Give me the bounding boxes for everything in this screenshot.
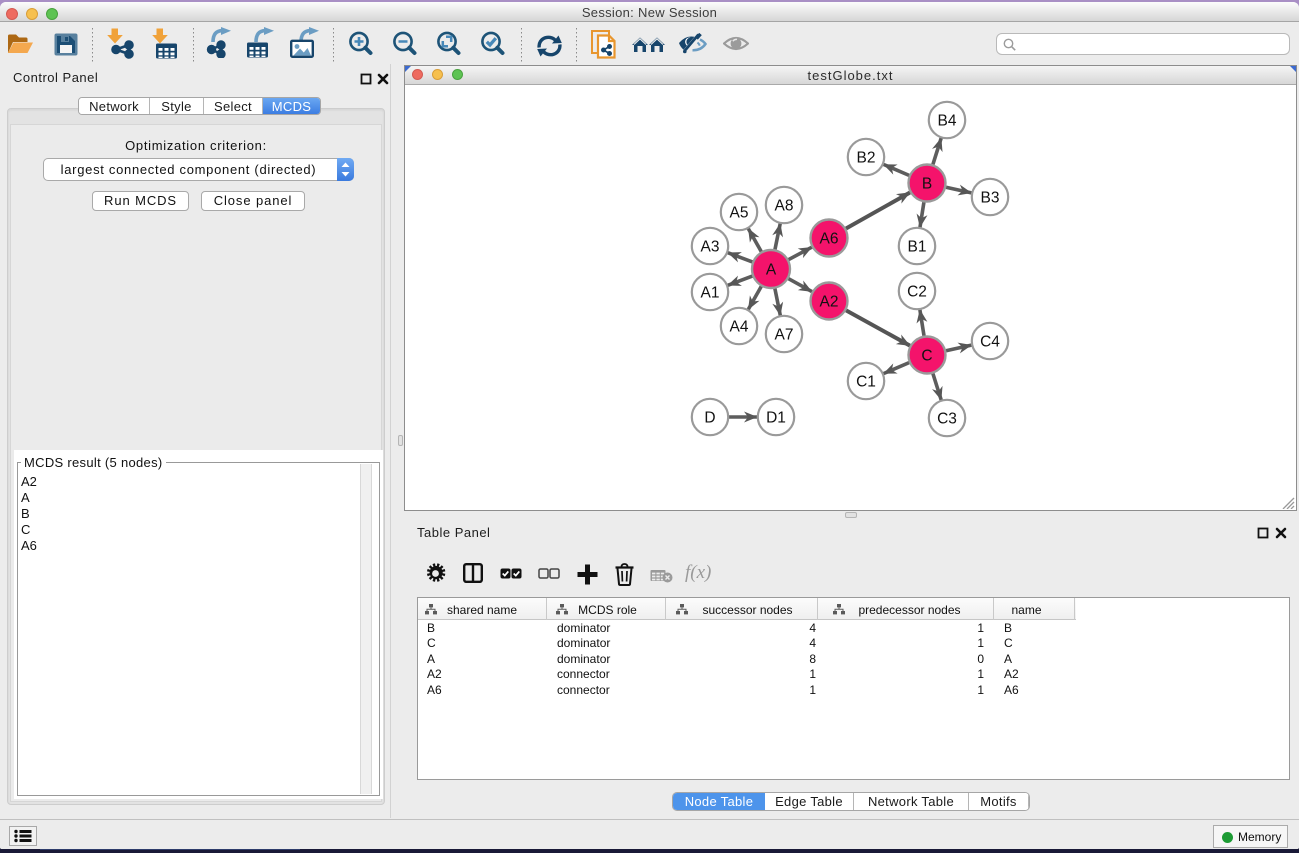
svg-text:B1: B1 <box>908 238 927 255</box>
svg-text:A1: A1 <box>701 284 720 301</box>
svg-text:C4: C4 <box>980 333 1000 350</box>
svg-text:B2: B2 <box>857 149 876 166</box>
svg-text:B3: B3 <box>981 189 1000 206</box>
svg-text:D: D <box>704 409 715 426</box>
svg-text:C2: C2 <box>907 283 927 300</box>
svg-text:A2: A2 <box>820 293 839 310</box>
svg-text:A: A <box>766 261 777 278</box>
svg-text:A6: A6 <box>820 230 839 247</box>
svg-text:A3: A3 <box>701 238 720 255</box>
svg-text:A5: A5 <box>730 204 749 221</box>
svg-text:C1: C1 <box>856 373 876 390</box>
svg-text:D1: D1 <box>766 409 786 426</box>
svg-text:A4: A4 <box>730 318 749 335</box>
svg-text:A7: A7 <box>775 326 794 343</box>
svg-text:C: C <box>921 347 932 364</box>
svg-text:B4: B4 <box>938 112 957 129</box>
svg-text:B: B <box>922 175 932 192</box>
svg-text:A8: A8 <box>775 197 794 214</box>
svg-text:C3: C3 <box>937 410 957 427</box>
